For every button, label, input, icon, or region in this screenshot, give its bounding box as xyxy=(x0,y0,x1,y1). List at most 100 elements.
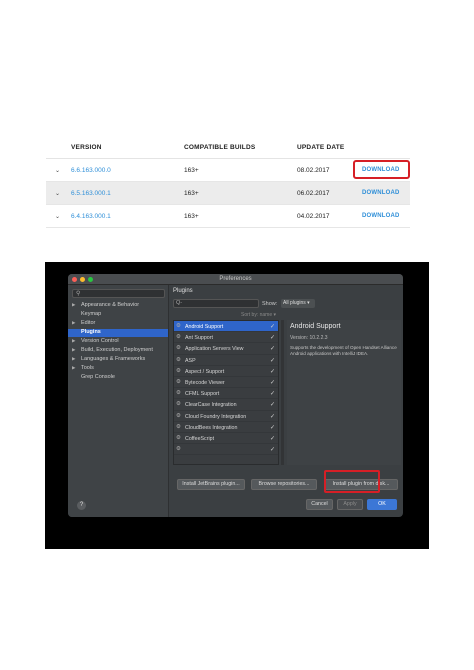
chevron-down-icon[interactable]: ⌄ xyxy=(55,190,60,197)
enabled-checkbox[interactable]: ✓ xyxy=(270,413,275,420)
sidebar-item-keymap[interactable]: Keymap xyxy=(72,311,168,319)
enabled-checkbox[interactable]: ✓ xyxy=(270,446,275,453)
plugin-icon: ⚙ xyxy=(176,390,181,397)
plugin-row[interactable]: ⚙ ASP ✓ xyxy=(174,355,278,366)
show-filter-dropdown[interactable]: All plugins ▾ xyxy=(281,299,315,308)
plugin-icon: ⚙ xyxy=(176,446,181,453)
enabled-checkbox[interactable]: ✓ xyxy=(270,334,275,341)
plugin-row[interactable]: ⚙ Cloud Foundry Integration ✓ xyxy=(174,411,278,422)
plugin-icon: ⚙ xyxy=(176,367,181,374)
ok-button[interactable]: OK xyxy=(367,499,397,510)
sidebar-item-tools[interactable]: ▶ Tools xyxy=(72,365,168,373)
version-number: 6.4.163.000.1 xyxy=(71,213,111,220)
plugin-row[interactable]: ⚙ Aspect / Support ✓ xyxy=(174,366,278,377)
plugin-row[interactable]: ⚙ Ant Support ✓ xyxy=(174,332,278,344)
search-icon: ⚲ xyxy=(76,291,81,297)
sidebar-item-editor[interactable]: ▶ Editor xyxy=(72,320,168,328)
sidebar-item-grep-console[interactable]: Grep Console xyxy=(72,374,168,382)
plugin-name: ASP xyxy=(185,357,196,364)
sidebar-item-version-control[interactable]: ▶ Version Control xyxy=(72,338,168,346)
header-compatible-builds: COMPATIBLE BUILDS xyxy=(184,144,256,151)
sidebar-item-appearance[interactable]: ▶ Appearance & Behavior xyxy=(72,302,168,310)
sidebar-search-input[interactable]: ⚲ xyxy=(72,289,165,298)
plugin-icon: ⚙ xyxy=(176,345,181,352)
sidebar-item-label: Plugins xyxy=(81,329,101,335)
compatible-builds: 163+ xyxy=(184,167,199,174)
plugin-row[interactable]: ⚙ CoffeeScript ✓ xyxy=(174,433,278,445)
enabled-checkbox[interactable]: ✓ xyxy=(270,345,275,352)
sidebar-item-languages[interactable]: ▶ Languages & Frameworks xyxy=(72,356,168,364)
versions-table: VERSION COMPATIBLE BUILDS UPDATE DATE ⌄ … xyxy=(46,138,410,228)
enabled-checkbox[interactable]: ✓ xyxy=(270,390,275,397)
plugin-icon: ⚙ xyxy=(176,378,181,385)
plugin-row[interactable]: ⚙ Bytecode Viewer ✓ xyxy=(174,377,278,389)
version-number: 6.6.163.000.0 xyxy=(71,167,111,174)
help-button[interactable]: ? xyxy=(77,501,86,510)
plugin-row[interactable]: ⚙ CloudBees Integration ✓ xyxy=(174,422,278,433)
plugin-row[interactable]: ⚙ ✓ xyxy=(174,444,278,456)
plugin-row[interactable]: ⚙ ClearCase Integration ✓ xyxy=(174,399,278,411)
chevron-down-icon[interactable]: ⌄ xyxy=(55,167,60,174)
cancel-button[interactable]: Cancel xyxy=(306,499,333,510)
sidebar-item-label: Keymap xyxy=(81,311,102,317)
apply-button[interactable]: Apply xyxy=(337,499,363,510)
download-link[interactable]: DOWNLOAD xyxy=(362,190,400,196)
plugin-search-input[interactable]: Q- xyxy=(173,299,259,308)
window-title: Preferences xyxy=(219,276,252,282)
chevron-down-icon[interactable]: ⌄ xyxy=(55,213,60,220)
plugin-name: Cloud Foundry Integration xyxy=(185,413,247,420)
update-date: 08.02.2017 xyxy=(297,167,330,174)
expand-arrow-icon: ▶ xyxy=(72,347,76,352)
sidebar-item-plugins[interactable]: Plugins xyxy=(68,329,168,337)
plugin-icon: ⚙ xyxy=(176,334,181,341)
plugin-detail-title: Android Support xyxy=(290,323,341,330)
plugin-name: Ant Support xyxy=(185,335,213,342)
plugin-name: Application Servers View xyxy=(185,346,244,353)
compatible-builds: 163+ xyxy=(184,213,199,220)
versions-table-header: VERSION COMPATIBLE BUILDS UPDATE DATE xyxy=(46,138,410,159)
enabled-checkbox[interactable]: ✓ xyxy=(270,401,275,408)
update-date: 06.02.2017 xyxy=(297,190,330,197)
enabled-checkbox[interactable]: ✓ xyxy=(270,368,275,375)
plugin-detail-version: Version: 10.2.2.3 xyxy=(290,335,328,341)
plugin-list-scrollbar[interactable] xyxy=(281,320,284,465)
expand-arrow-icon: ▶ xyxy=(72,302,76,307)
sidebar-item-build[interactable]: ▶ Build, Execution, Deployment xyxy=(72,347,168,355)
plugin-row[interactable]: ⚙ Application Servers View ✓ xyxy=(174,343,278,355)
panel-title: Plugins xyxy=(173,288,193,294)
plugin-detail-description: Supports the development of Open Handset… xyxy=(290,345,397,356)
settings-sidebar: ⚲ ▶ Appearance & Behavior Keymap ▶ Editor … xyxy=(68,285,169,517)
sort-by-dropdown[interactable]: Sort by: name ▾ xyxy=(241,312,276,318)
header-version: VERSION xyxy=(71,144,102,151)
enabled-checkbox[interactable]: ✓ xyxy=(270,435,275,442)
version-row[interactable]: ⌄ 6.4.163.000.1 163+ 04.02.2017 DOWNLOAD xyxy=(46,205,410,228)
plugin-name: Bytecode Viewer xyxy=(185,379,225,386)
enabled-checkbox[interactable]: ✓ xyxy=(270,424,275,431)
plugin-row[interactable]: ⚙ CFML Support ✓ xyxy=(174,388,278,400)
version-number: 6.5.163.000.1 xyxy=(71,190,111,197)
download-link[interactable]: DOWNLOAD xyxy=(362,213,400,219)
plugin-name: Aspect / Support xyxy=(185,368,225,375)
plugin-icon: ⚙ xyxy=(176,323,181,329)
plugin-icon: ⚙ xyxy=(176,401,181,408)
expand-arrow-icon: ▶ xyxy=(72,320,76,325)
install-from-disk-highlight-box xyxy=(324,470,380,493)
enabled-checkbox[interactable]: ✓ xyxy=(270,357,275,364)
sidebar-item-label: Languages & Frameworks xyxy=(81,356,146,362)
sidebar-item-label: Editor xyxy=(81,320,96,326)
enabled-checkbox[interactable]: ✓ xyxy=(270,323,275,330)
update-date: 04.02.2017 xyxy=(297,213,330,220)
sidebar-item-label: Version Control xyxy=(81,338,119,344)
plugin-list: ⚙ Android Support ✓ ⚙ Ant Support ✓ ⚙ Applica… xyxy=(173,320,279,465)
version-row[interactable]: ⌄ 6.5.163.000.1 163+ 06.02.2017 DOWNLOAD xyxy=(46,182,410,205)
compatible-builds: 163+ xyxy=(184,190,199,197)
enabled-checkbox[interactable]: ✓ xyxy=(270,379,275,386)
plugin-name: CFML Support xyxy=(185,391,220,398)
plugin-icon: ⚙ xyxy=(176,356,181,363)
plugin-name: ClearCase Integration xyxy=(185,402,237,409)
browse-repositories-button[interactable]: Browse repositories... xyxy=(251,479,317,490)
plugin-icon: ⚙ xyxy=(176,412,181,419)
install-jetbrains-plugin-button[interactable]: Install JetBrains plugin... xyxy=(177,479,245,490)
plugin-row[interactable]: ⚙ Android Support ✓ xyxy=(174,321,278,333)
expand-arrow-icon: ▶ xyxy=(72,338,76,343)
